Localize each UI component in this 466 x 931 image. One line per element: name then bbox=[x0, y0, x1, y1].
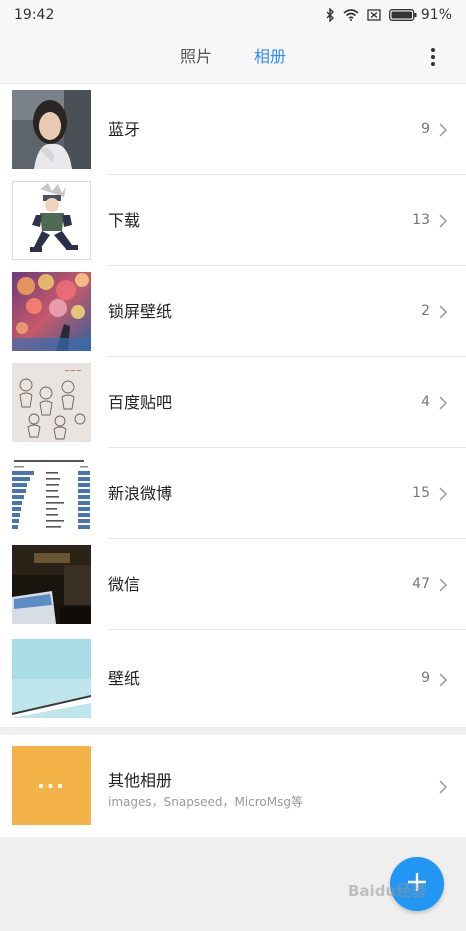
album-thumbnail bbox=[12, 90, 91, 169]
album-name: 微信 bbox=[108, 575, 141, 594]
album-count: 4 bbox=[421, 394, 430, 410]
album-count: 15 bbox=[412, 485, 430, 501]
album-name: 其他相册 bbox=[108, 771, 173, 790]
status-time: 19:42 bbox=[14, 7, 55, 23]
album-name: 新浪微博 bbox=[108, 484, 173, 503]
album-count: 13 bbox=[412, 212, 430, 228]
status-icons: 91% bbox=[325, 7, 452, 23]
album-item-download[interactable]: 下载 13 bbox=[0, 175, 466, 266]
album-name: 百度贴吧 bbox=[108, 393, 173, 412]
album-thumbnail bbox=[12, 181, 91, 260]
album-item-baidu-tieba[interactable]: ~~~ 百度贴吧 4 bbox=[0, 357, 466, 448]
album-thumbnail bbox=[12, 454, 91, 533]
section-gap bbox=[0, 727, 466, 735]
chevron-right-icon bbox=[438, 672, 448, 687]
tab-albums[interactable]: 相册 bbox=[254, 30, 286, 84]
wifi-icon bbox=[343, 9, 359, 21]
album-name: 蓝牙 bbox=[108, 120, 141, 139]
bluetooth-icon bbox=[325, 8, 335, 22]
no-sim-icon bbox=[367, 9, 381, 21]
album-count: 9 bbox=[421, 670, 430, 686]
other-albums-glyph: ··· bbox=[37, 773, 66, 798]
chevron-right-icon bbox=[438, 213, 448, 228]
album-item-lockscreen-wallpaper[interactable]: 锁屏壁纸 2 bbox=[0, 266, 466, 357]
album-item-wechat[interactable]: 微信 47 bbox=[0, 539, 466, 630]
album-name: 下载 bbox=[108, 211, 141, 230]
chevron-right-icon bbox=[438, 486, 448, 501]
chevron-right-icon bbox=[438, 395, 448, 410]
album-thumbnail: ~~~ bbox=[12, 363, 91, 442]
more-horizontal-icon: ··· bbox=[12, 746, 91, 825]
album-item-bluetooth[interactable]: 蓝牙 9 bbox=[0, 84, 466, 175]
album-thumbnail bbox=[12, 272, 91, 351]
album-item-wallpaper[interactable]: 壁纸 9 bbox=[0, 630, 466, 727]
battery-percent: 91% bbox=[420, 7, 452, 23]
album-count: 47 bbox=[412, 576, 430, 592]
chevron-right-icon bbox=[438, 122, 448, 137]
battery: 91% bbox=[388, 7, 452, 23]
add-album-button[interactable] bbox=[390, 857, 444, 911]
album-count: 2 bbox=[421, 303, 430, 319]
top-bar: 照片 相册 bbox=[0, 30, 466, 84]
svg-text:~~~: ~~~ bbox=[64, 367, 82, 375]
album-thumbnail bbox=[12, 545, 91, 624]
album-subtitle: images，Snapseed，MicroMsg等 bbox=[108, 795, 303, 809]
album-name: 壁纸 bbox=[108, 669, 141, 688]
album-item-sina-weibo[interactable]: 新浪微博 15 bbox=[0, 448, 466, 539]
album-count: 9 bbox=[421, 121, 430, 137]
tab-photos[interactable]: 照片 bbox=[180, 30, 212, 84]
plus-icon bbox=[406, 871, 428, 897]
album-name: 锁屏壁纸 bbox=[108, 302, 173, 321]
album-thumbnail bbox=[12, 639, 91, 718]
chevron-right-icon bbox=[438, 779, 448, 794]
album-item-other-albums[interactable]: ··· 其他相册 images，Snapseed，MicroMsg等 bbox=[0, 735, 466, 837]
chevron-right-icon bbox=[438, 304, 448, 319]
more-vertical-icon[interactable] bbox=[418, 42, 448, 72]
album-list: 蓝牙 9 下载 13 锁屏壁纸 2 ~~~ 百度贴吧 4 新浪微博 15 微信 … bbox=[0, 84, 466, 837]
battery-icon bbox=[388, 9, 417, 21]
status-bar: 19:42 91% bbox=[0, 0, 466, 30]
chevron-right-icon bbox=[438, 577, 448, 592]
